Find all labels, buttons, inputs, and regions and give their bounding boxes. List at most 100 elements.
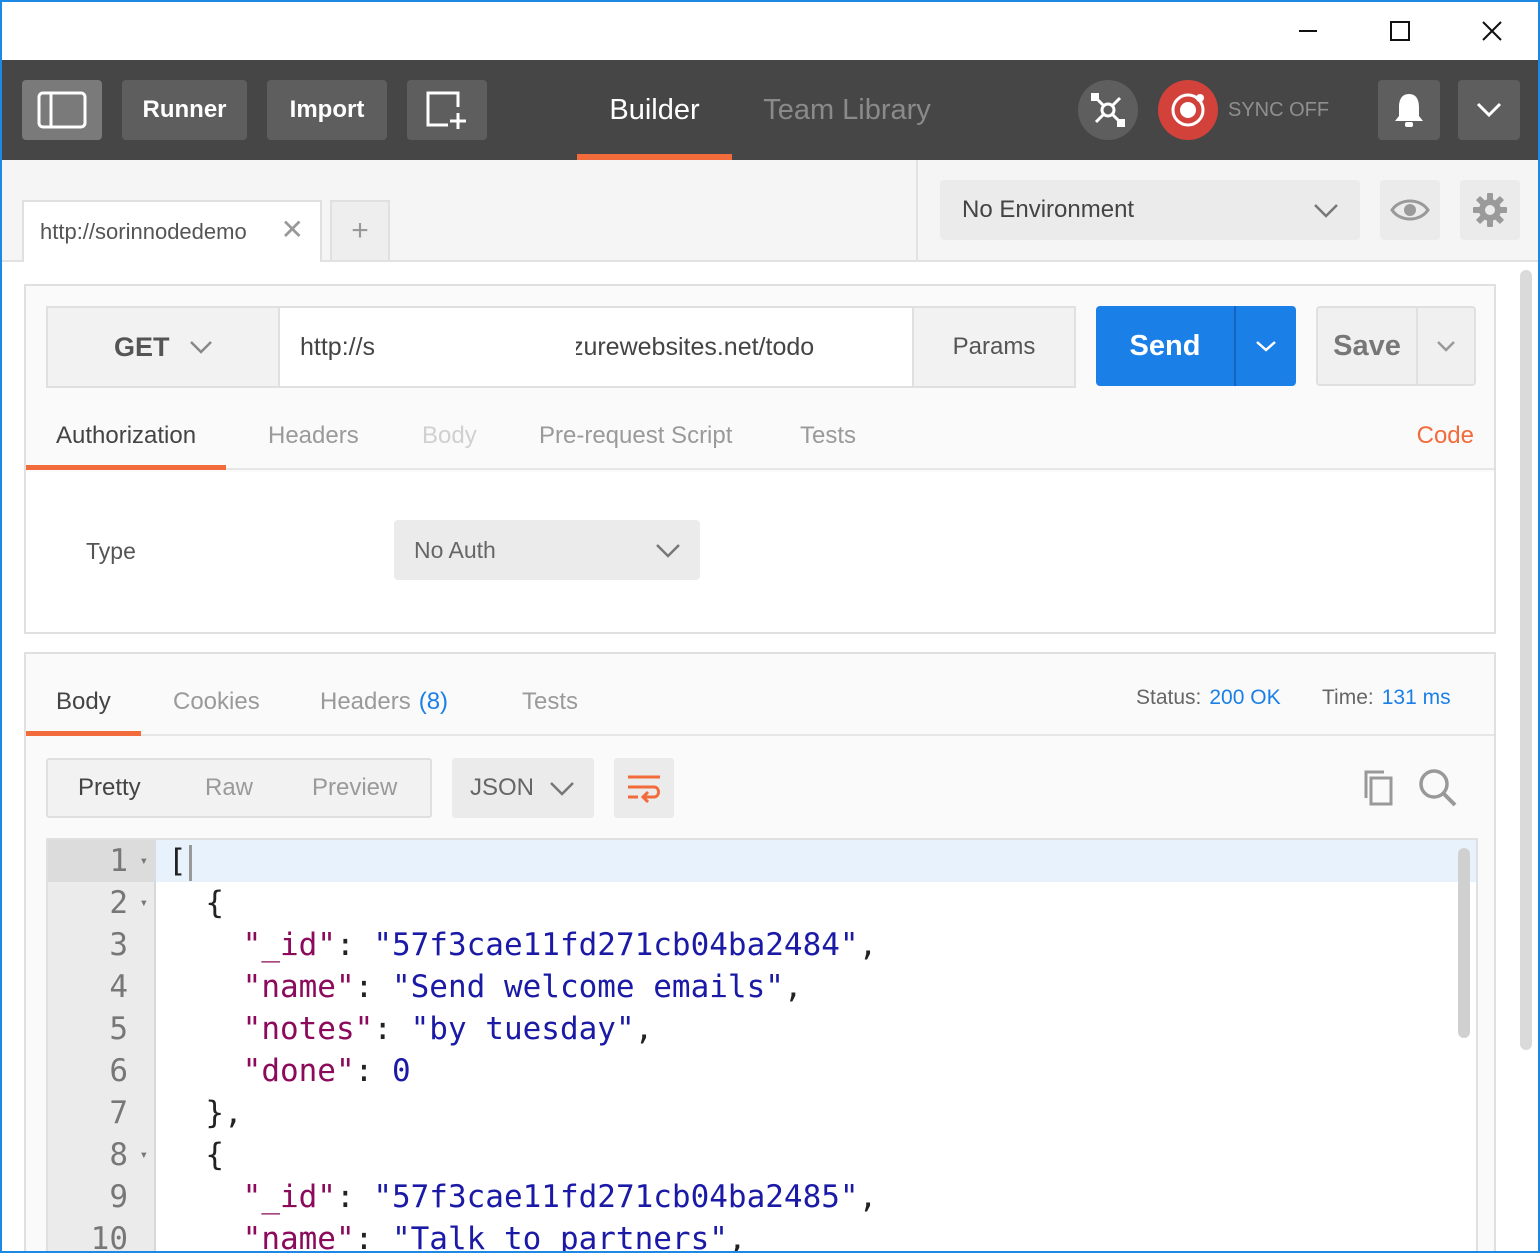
minimize-button[interactable]: [1262, 6, 1354, 56]
response-tab-body[interactable]: Body: [26, 670, 141, 736]
fold-arrow-icon[interactable]: ▾: [140, 840, 148, 882]
status-value: 200 OK: [1209, 686, 1281, 709]
save-button[interactable]: Save: [1316, 306, 1476, 386]
code-line: 7 },: [48, 1092, 1476, 1134]
response-headers-count: (8): [418, 688, 449, 715]
close-tab-icon[interactable]: ✕: [281, 216, 304, 244]
code-line: 6 "done": 0: [48, 1050, 1476, 1092]
copy-icon: [1364, 770, 1393, 806]
environment-area: No Environment: [916, 160, 1538, 260]
code-line: 5 "notes": "by tuesday",: [48, 1008, 1476, 1050]
wrap-lines-button[interactable]: [614, 758, 674, 818]
interceptor-button[interactable]: [1078, 80, 1138, 140]
request-tabs: Authorization Headers Body Pre-request S…: [25, 404, 1494, 470]
add-tab-button[interactable]: +: [330, 200, 390, 260]
response-headers-label: Headers: [320, 688, 411, 715]
response-tab-tests[interactable]: Tests: [522, 670, 578, 734]
manage-environments-button[interactable]: [1460, 180, 1520, 240]
environment-select[interactable]: No Environment: [940, 180, 1360, 240]
import-button[interactable]: Import: [267, 80, 387, 140]
sync-button[interactable]: [1158, 80, 1218, 140]
sync-status-label: SYNC OFF: [1228, 98, 1330, 121]
url-bar: GET http://s azurewebsites.net/todo Param…: [46, 306, 1076, 388]
json-key: "done": [242, 1053, 355, 1089]
send-button[interactable]: Send: [1096, 306, 1296, 386]
json-string: "by tuesday": [410, 1011, 635, 1047]
view-pretty-button[interactable]: Pretty: [78, 760, 141, 816]
bell-icon: [1395, 94, 1423, 127]
tab-team-library[interactable]: Team Library: [747, 60, 947, 160]
json-string: "57f3cae11fd271cb04ba2484": [373, 927, 859, 963]
json-number: 0: [391, 1053, 411, 1089]
request-tab[interactable]: http://sorinnodedemo ✕: [22, 200, 322, 262]
json-string: "57f3cae11fd271cb04ba2485": [373, 1179, 859, 1215]
json-string: "Send welcome emails": [391, 969, 784, 1005]
request-panel: GET http://s azurewebsites.net/todo Param…: [24, 284, 1496, 634]
code-text: },: [168, 1095, 243, 1131]
time-label: Time:: [1322, 686, 1374, 709]
method-value: GET: [114, 331, 170, 362]
code-text: "name": "Send welcome emails",: [242, 969, 803, 1005]
code-line: 8 ▾ {: [48, 1134, 1476, 1176]
chevron-down-icon: [1437, 341, 1455, 352]
response-tab-cookies[interactable]: Cookies: [173, 670, 260, 734]
tab-tests[interactable]: Tests: [800, 404, 856, 468]
view-preview-button[interactable]: Preview: [312, 760, 397, 816]
tab-body[interactable]: Body: [422, 404, 477, 468]
satellite-icon: [1091, 93, 1125, 127]
chevron-down-icon: [656, 544, 680, 558]
url-prefix: http://s: [300, 332, 376, 361]
code-line: 3 "_id": "57f3cae11fd271cb04ba2484",: [48, 924, 1476, 966]
page-scrollbar[interactable]: [1520, 270, 1532, 1050]
new-window-button[interactable]: [407, 80, 487, 140]
notifications-button[interactable]: [1378, 80, 1440, 140]
search-response-button[interactable]: [1416, 766, 1458, 813]
send-options-button[interactable]: [1234, 306, 1296, 386]
eye-icon: [1390, 199, 1430, 221]
view-mode-group: Pretty Raw Preview: [46, 758, 432, 818]
maximize-button[interactable]: [1354, 6, 1446, 56]
method-select[interactable]: GET: [48, 308, 280, 386]
toggle-sidebar-button[interactable]: [22, 80, 102, 140]
code-text: {: [168, 885, 224, 921]
line-number: 10: [90, 1221, 128, 1253]
save-options-button[interactable]: [1416, 308, 1474, 384]
save-label: Save: [1333, 329, 1401, 362]
generate-code-link[interactable]: Code: [1417, 422, 1474, 450]
code-text: {: [168, 1137, 224, 1173]
code-text: "_id": "57f3cae11fd271cb04ba2485",: [242, 1179, 878, 1215]
editor-scrollbar[interactable]: [1458, 848, 1470, 1038]
url-redaction: [394, 330, 576, 362]
authorization-pane: Type No Auth: [26, 472, 1494, 632]
fold-arrow-icon[interactable]: ▾: [140, 882, 148, 924]
line-number: 8 ▾: [48, 1134, 156, 1176]
tab-headers[interactable]: Headers: [268, 404, 359, 468]
close-button[interactable]: [1446, 6, 1538, 56]
language-select[interactable]: JSON: [452, 758, 594, 818]
chevron-down-icon: [190, 341, 212, 354]
environment-quick-look-button[interactable]: [1380, 180, 1440, 240]
code-text: "notes": "by tuesday",: [242, 1011, 654, 1047]
copy-response-button[interactable]: [1358, 768, 1394, 811]
runner-button[interactable]: Runner: [122, 80, 247, 140]
sync-status-icon: [1171, 93, 1205, 127]
tab-authorization[interactable]: Authorization: [25, 404, 227, 470]
chevron-down-icon: [550, 782, 574, 796]
tab-pre-request-script[interactable]: Pre-request Script: [539, 404, 732, 468]
sidebar-icon: [37, 91, 87, 129]
response-tab-headers[interactable]: Headers (8): [320, 670, 448, 734]
response-body-editor[interactable]: 1 ▾ [ 2 ▾ { 3 "_id": "57f3cae11fd271cb04ba…: [46, 838, 1478, 1253]
close-icon: [1482, 21, 1502, 41]
app-header: Runner Import Builder Team Library SYNC …: [2, 60, 1538, 160]
auth-type-value: No Auth: [414, 536, 496, 563]
response-format-toolbar: Pretty Raw Preview JSON: [26, 738, 1494, 834]
params-button[interactable]: Params: [912, 308, 1074, 386]
language-value: JSON: [470, 774, 535, 801]
auth-type-select[interactable]: No Auth: [394, 520, 700, 580]
view-raw-button[interactable]: Raw: [205, 760, 253, 816]
time-value: 131 ms: [1381, 686, 1451, 709]
line-number: 4: [109, 969, 128, 1005]
tab-builder[interactable]: Builder: [577, 60, 732, 160]
menu-button[interactable]: [1458, 80, 1520, 140]
fold-arrow-icon[interactable]: ▾: [140, 1134, 148, 1176]
